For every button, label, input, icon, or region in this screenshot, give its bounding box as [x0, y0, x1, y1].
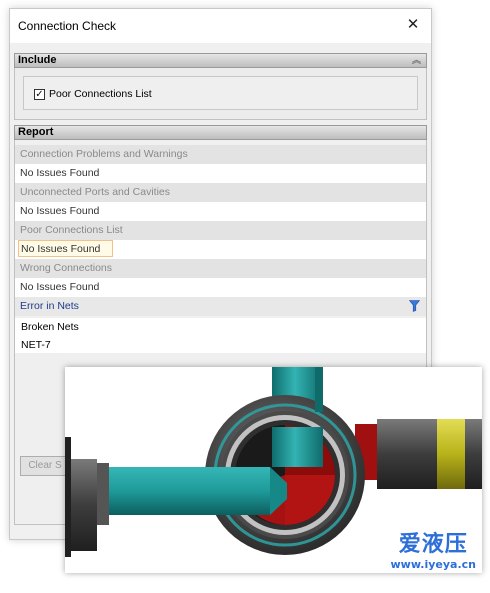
horizontal-pipe: [95, 467, 270, 515]
report-category-row[interactable]: Connection Problems and Warnings: [15, 145, 426, 164]
pipe-connection-3d-view: 爱液压 www.iyeya.cn: [65, 367, 482, 573]
report-value-row[interactable]: No Issues Found: [15, 240, 426, 259]
net-name: Broken Nets: [21, 321, 79, 333]
watermark-brand: 爱液压: [398, 532, 468, 557]
report-category-row[interactable]: Wrong Connections: [15, 259, 426, 278]
category-label: Wrong Connections: [20, 262, 113, 274]
report-category-row[interactable]: Unconnected Ports and Cavities: [15, 183, 426, 202]
value-label: No Issues Found: [20, 281, 100, 293]
value-label: No Issues Found: [21, 243, 101, 255]
category-label: Connection Problems and Warnings: [20, 148, 188, 160]
category-label: Poor Connections List: [20, 224, 123, 236]
poor-connections-checkbox[interactable]: ✓: [34, 89, 45, 100]
poor-connections-checkbox-label[interactable]: Poor Connections List: [49, 88, 152, 100]
filter-icon[interactable]: [409, 300, 420, 312]
report-value-row[interactable]: No Issues Found: [15, 202, 426, 221]
report-category-row[interactable]: Poor Connections List: [15, 221, 426, 240]
report-value-row[interactable]: No Issues Found: [15, 164, 426, 183]
net-name: NET-7: [21, 339, 51, 351]
value-label: No Issues Found: [20, 205, 100, 217]
site-watermark: 爱液压 www.iyeya.cn: [391, 526, 477, 571]
error-in-nets-label: Error in Nets: [20, 300, 79, 312]
window-title: Connection Check: [18, 19, 117, 33]
collapse-icon[interactable]: ︽: [412, 54, 421, 67]
selected-value-highlight[interactable]: No Issues Found: [18, 240, 113, 257]
include-panel: ✓ Poor Connections List: [14, 68, 427, 120]
left-gray-coupling: [71, 459, 97, 551]
close-icon[interactable]: ✕: [403, 15, 423, 35]
include-options-box: ✓ Poor Connections List: [23, 76, 418, 110]
include-header-label: Include: [18, 54, 57, 66]
report-section-header[interactable]: Report: [14, 125, 427, 140]
title-bar: Connection Check ✕: [10, 9, 431, 43]
right-gray-fitting: [377, 419, 437, 489]
net-list-item[interactable]: Broken Nets: [15, 318, 426, 337]
report-value-row[interactable]: No Issues Found: [15, 278, 426, 297]
report-header-label: Report: [18, 126, 54, 138]
yellow-band: [437, 419, 465, 489]
error-in-nets-header[interactable]: Error in Nets: [15, 297, 426, 316]
clear-button[interactable]: Clear S: [20, 456, 70, 476]
value-label: No Issues Found: [20, 167, 100, 179]
category-label: Unconnected Ports and Cavities: [20, 186, 170, 198]
watermark-url: www.iyeya.cn: [390, 558, 477, 571]
include-section-header[interactable]: Include ︽: [14, 53, 427, 68]
